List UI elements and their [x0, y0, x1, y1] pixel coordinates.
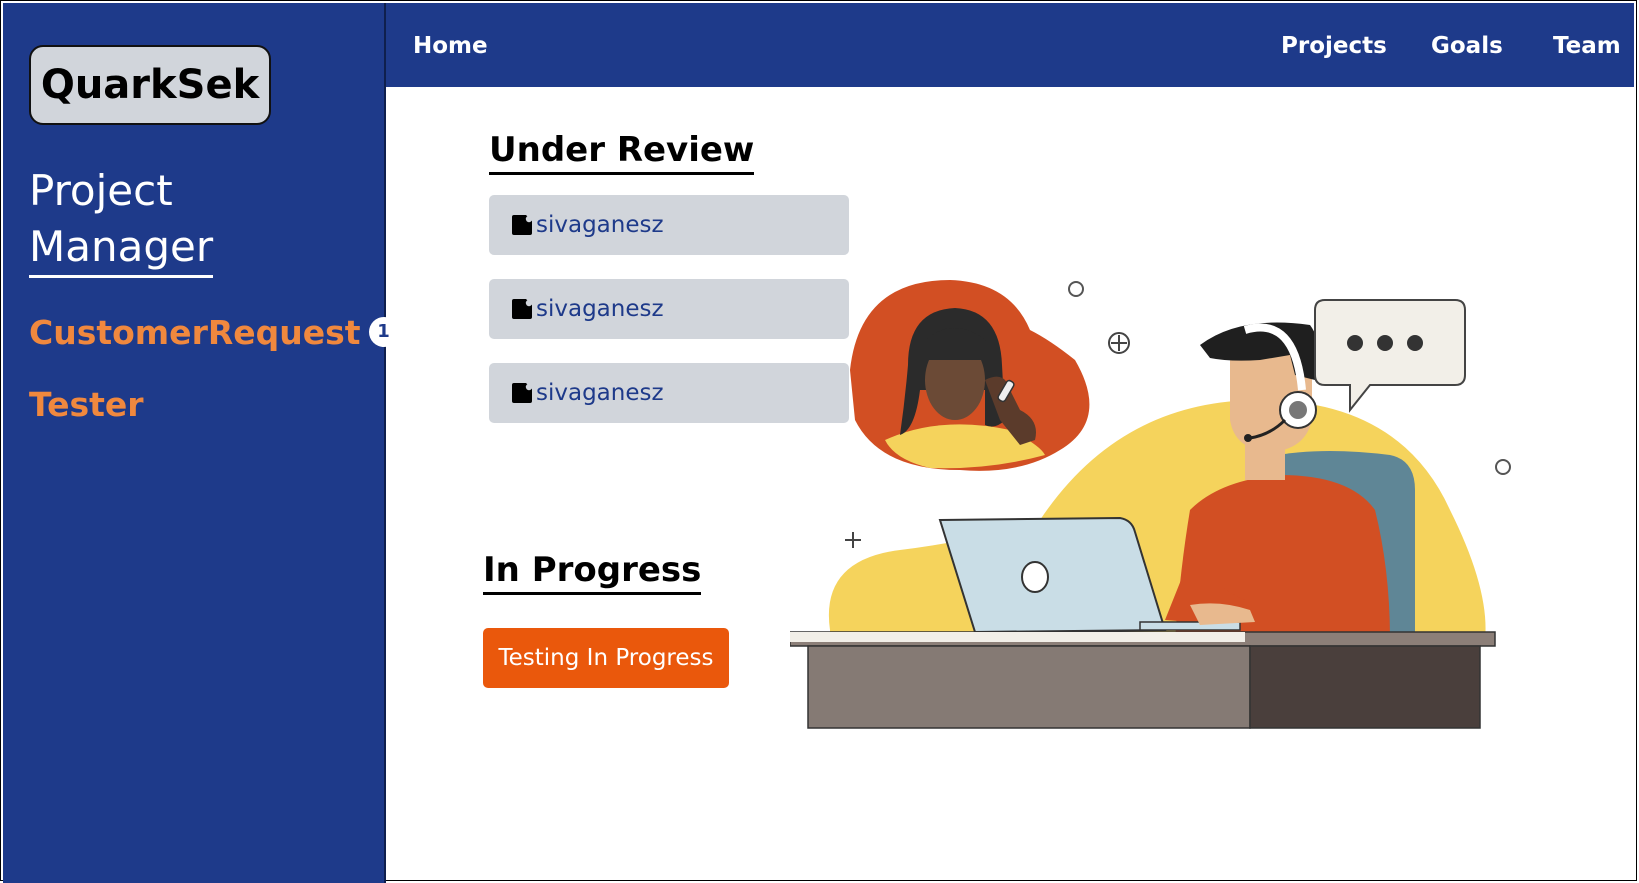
sidebar: QuarkSek Project Manager CustomerRequest…	[3, 3, 399, 883]
file-icon	[512, 299, 533, 319]
customer-support-illustration	[790, 280, 1511, 729]
review-item-user: sivaganesz	[536, 212, 664, 238]
under-review-heading: Under Review	[489, 128, 755, 175]
notification-badge: 1	[368, 316, 399, 347]
review-item-user: sivaganesz	[536, 380, 664, 406]
logo-button[interactable]: QuarkSek	[29, 45, 271, 125]
nav-team-link[interactable]: Team	[1553, 33, 1621, 59]
nav-projects-link[interactable]: Projects	[1281, 33, 1387, 59]
sidebar-title: Project Manager	[29, 163, 214, 278]
sidebar-item-tester[interactable]: Tester	[29, 385, 144, 424]
sidebar-item-label: Tester	[29, 385, 144, 424]
sidebar-item-label: CustomerRequest	[29, 313, 361, 352]
sidebar-item-customer-request[interactable]: CustomerRequest 1	[29, 313, 399, 352]
top-navbar: Home Projects Goals Team	[386, 3, 1634, 87]
file-icon	[512, 383, 533, 403]
sidebar-title-line2: Manager	[29, 219, 214, 278]
sidebar-title-line1: Project	[29, 166, 173, 215]
testing-in-progress-button[interactable]: Testing In Progress	[483, 628, 729, 688]
review-item[interactable]: sivaganesz	[489, 195, 849, 255]
file-icon	[512, 215, 533, 235]
nav-home-link[interactable]: Home	[413, 33, 488, 59]
review-item-user: sivaganesz	[536, 296, 664, 322]
in-progress-heading: In Progress	[483, 548, 702, 595]
nav-goals-link[interactable]: Goals	[1431, 33, 1503, 59]
